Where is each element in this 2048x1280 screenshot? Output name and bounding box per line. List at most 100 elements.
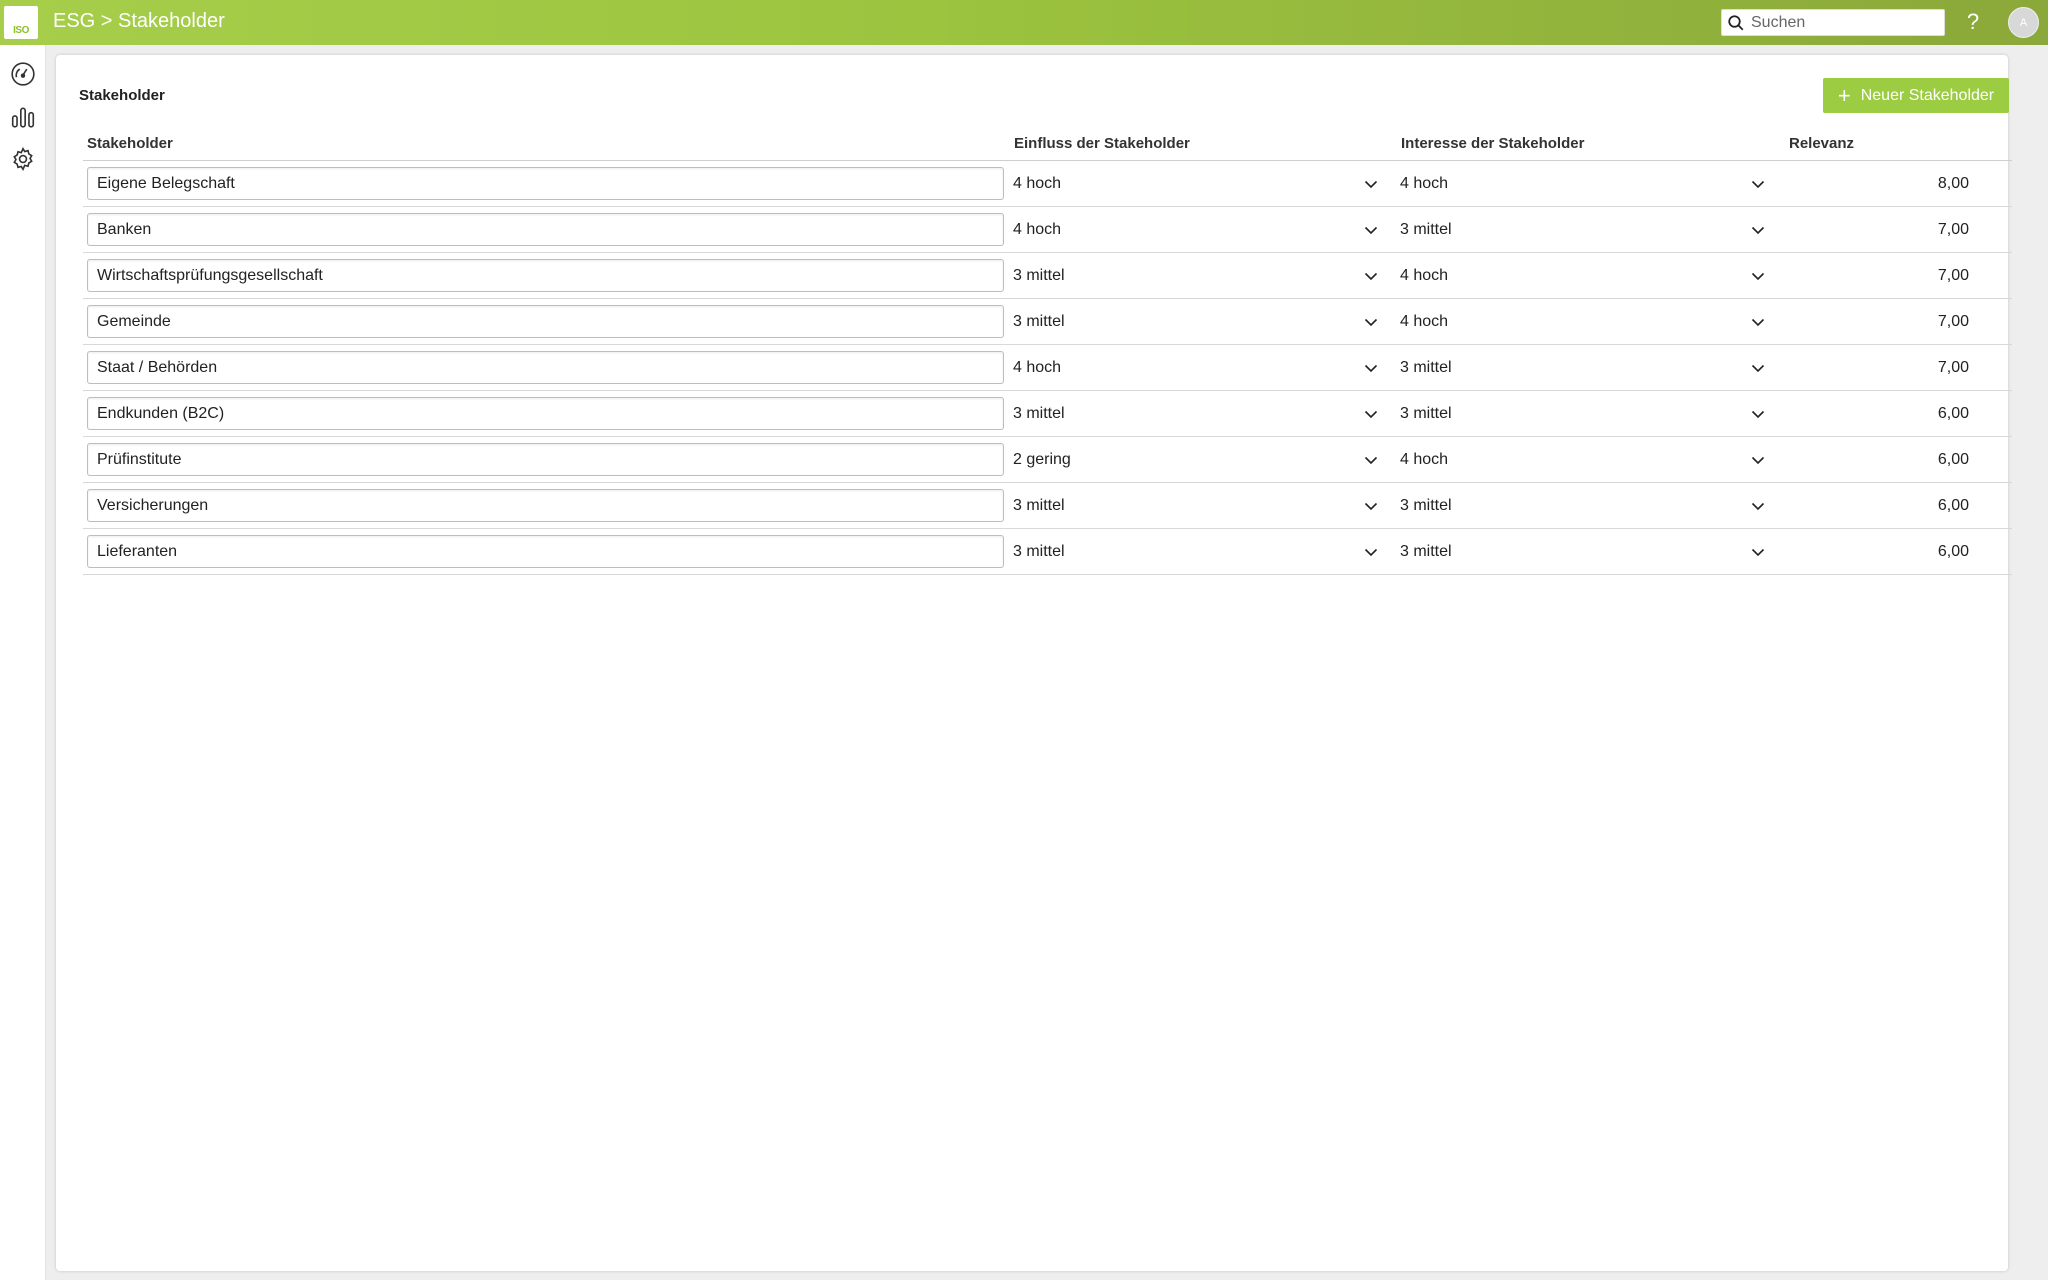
chevron-down-icon <box>1751 548 1765 556</box>
stakeholder-name-input[interactable] <box>87 443 1004 476</box>
app-logo[interactable]: ISO <box>4 6 38 39</box>
help-icon[interactable]: ? <box>1963 8 1983 36</box>
chevron-down-icon <box>1751 272 1765 280</box>
stakeholder-name-input[interactable] <box>87 397 1004 430</box>
gauge-icon[interactable] <box>9 60 37 88</box>
table-row: 3 mittel 3 mittel 6,00 <box>83 483 2012 529</box>
einfluss-select[interactable]: 3 mittel <box>1013 489 1381 522</box>
column-header-relevanz[interactable]: Relevanz <box>1789 135 1854 152</box>
top-bar: ISO ESG > Stakeholder ? A <box>0 0 2048 45</box>
column-header-interesse[interactable]: Interesse der Stakeholder <box>1401 135 1584 152</box>
interesse-value: 4 hoch <box>1400 174 1449 192</box>
table-row: 3 mittel 4 hoch 7,00 <box>83 253 2012 299</box>
card-title: Stakeholder <box>79 87 165 104</box>
interesse-value: 4 hoch <box>1400 266 1449 284</box>
chevron-down-icon <box>1364 364 1378 372</box>
einfluss-select[interactable]: 4 hoch <box>1013 213 1381 246</box>
stakeholder-name-input[interactable] <box>87 489 1004 522</box>
stakeholder-name-input[interactable] <box>87 259 1004 292</box>
interesse-select[interactable]: 3 mittel <box>1400 489 1768 522</box>
einfluss-value: 3 mittel <box>1013 496 1065 514</box>
bar-chart-icon[interactable] <box>9 103 37 131</box>
logo-text: ISO <box>13 25 29 36</box>
stakeholder-name-input[interactable] <box>87 305 1004 338</box>
interesse-value: 3 mittel <box>1400 542 1452 560</box>
search-input[interactable] <box>1751 13 1931 32</box>
chevron-down-icon <box>1364 272 1378 280</box>
relevanz-value: 6,00 <box>1937 497 1969 514</box>
plus-icon: + <box>1837 82 1851 108</box>
stakeholder-card: Stakeholder + Neuer Stakeholder Stakehol… <box>56 55 2012 1271</box>
chevron-down-icon <box>1364 410 1378 418</box>
interesse-select[interactable]: 4 hoch <box>1400 259 1768 292</box>
relevanz-value: 6,00 <box>1937 451 1969 468</box>
table-header: Stakeholder Einfluss der Stakeholder Int… <box>83 127 2012 161</box>
search-box[interactable] <box>1721 9 1945 36</box>
interesse-select[interactable]: 3 mittel <box>1400 535 1768 568</box>
interesse-select[interactable]: 3 mittel <box>1400 213 1768 246</box>
table-row: 3 mittel 4 hoch 7,00 <box>83 299 2012 345</box>
table-row: 4 hoch 3 mittel 7,00 <box>83 345 2012 391</box>
chevron-down-icon <box>1751 364 1765 372</box>
interesse-select[interactable]: 4 hoch <box>1400 443 1768 476</box>
einfluss-value: 4 hoch <box>1013 358 1062 376</box>
stakeholder-name-input[interactable] <box>87 535 1004 568</box>
chevron-down-icon <box>1751 318 1765 326</box>
relevanz-value: 7,00 <box>1937 221 1969 238</box>
interesse-select[interactable]: 4 hoch <box>1400 167 1768 200</box>
interesse-value: 3 mittel <box>1400 404 1452 422</box>
chevron-down-icon <box>1364 548 1378 556</box>
einfluss-value: 4 hoch <box>1013 220 1062 238</box>
interesse-select[interactable]: 3 mittel <box>1400 351 1768 384</box>
einfluss-select[interactable]: 3 mittel <box>1013 397 1381 430</box>
gear-icon[interactable] <box>9 145 37 173</box>
side-rail <box>0 45 46 1280</box>
relevanz-value: 7,00 <box>1937 313 1969 330</box>
einfluss-select[interactable]: 4 hoch <box>1013 351 1381 384</box>
interesse-value: 4 hoch <box>1400 450 1449 468</box>
interesse-value: 3 mittel <box>1400 358 1452 376</box>
relevanz-value: 8,00 <box>1937 175 1969 192</box>
chevron-down-icon <box>1751 226 1765 234</box>
interesse-select[interactable]: 4 hoch <box>1400 305 1768 338</box>
einfluss-value: 3 mittel <box>1013 266 1065 284</box>
relevanz-value: 7,00 <box>1937 267 1969 284</box>
new-stakeholder-button[interactable]: + Neuer Stakeholder <box>1823 78 2009 113</box>
chevron-down-icon <box>1364 502 1378 510</box>
einfluss-value: 3 mittel <box>1013 542 1065 560</box>
chevron-down-icon <box>1364 456 1378 464</box>
search-icon <box>1728 14 1744 30</box>
chevron-down-icon <box>1364 180 1378 188</box>
chevron-down-icon <box>1364 226 1378 234</box>
stakeholder-name-input[interactable] <box>87 351 1004 384</box>
interesse-select[interactable]: 3 mittel <box>1400 397 1768 430</box>
table-row: 3 mittel 3 mittel 6,00 <box>83 391 2012 437</box>
einfluss-value: 3 mittel <box>1013 312 1065 330</box>
stakeholder-name-input[interactable] <box>87 167 1004 200</box>
chevron-down-icon <box>1751 456 1765 464</box>
relevanz-value: 6,00 <box>1937 405 1969 422</box>
relevanz-value: 7,00 <box>1937 359 1969 376</box>
relevanz-value: 6,00 <box>1937 543 1969 560</box>
chevron-down-icon <box>1751 502 1765 510</box>
einfluss-select[interactable]: 2 gering <box>1013 443 1381 476</box>
einfluss-select[interactable]: 4 hoch <box>1013 167 1381 200</box>
column-header-stakeholder[interactable]: Stakeholder <box>87 135 173 152</box>
column-header-einfluss[interactable]: Einfluss der Stakeholder <box>1014 135 1190 152</box>
table-row: 2 gering 4 hoch 6,00 <box>83 437 2012 483</box>
avatar[interactable]: A <box>2008 7 2039 38</box>
einfluss-select[interactable]: 3 mittel <box>1013 259 1381 292</box>
table-row: 3 mittel 3 mittel 6,00 <box>83 529 2012 575</box>
einfluss-select[interactable]: 3 mittel <box>1013 535 1381 568</box>
einfluss-value: 3 mittel <box>1013 404 1065 422</box>
stakeholder-name-input[interactable] <box>87 213 1004 246</box>
table-row: 4 hoch 4 hoch 8,00 <box>83 161 2012 207</box>
einfluss-select[interactable]: 3 mittel <box>1013 305 1381 338</box>
einfluss-value: 4 hoch <box>1013 174 1062 192</box>
interesse-value: 4 hoch <box>1400 312 1449 330</box>
interesse-value: 3 mittel <box>1400 220 1452 238</box>
chevron-down-icon <box>1751 410 1765 418</box>
chevron-down-icon <box>1751 180 1765 188</box>
table-body: 4 hoch 4 hoch 8,00 4 hoch 3 mittel 7,00 … <box>83 161 2012 575</box>
stakeholder-table: Stakeholder Einfluss der Stakeholder Int… <box>83 127 2012 575</box>
